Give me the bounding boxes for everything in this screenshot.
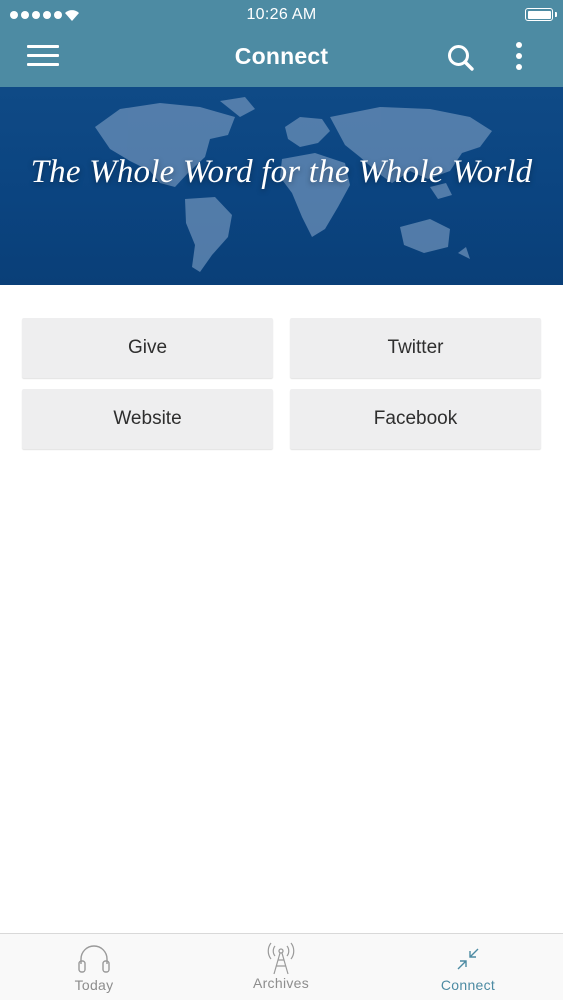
- tab-today[interactable]: Today: [24, 934, 164, 1000]
- tab-label: Connect: [440, 977, 496, 993]
- hero-banner: The Whole Word for the Whole World: [0, 87, 563, 285]
- status-bar: 10:26 AM: [0, 0, 563, 30]
- tab-archives[interactable]: Archives: [211, 934, 351, 1000]
- collapse-arrows-icon: [457, 948, 479, 970]
- twitter-button[interactable]: Twitter: [290, 318, 541, 378]
- give-button[interactable]: Give: [22, 318, 273, 378]
- facebook-button[interactable]: Facebook: [290, 389, 541, 449]
- radio-tower-icon: [267, 942, 295, 975]
- battery-icon: [525, 8, 557, 21]
- status-time: 10:26 AM: [246, 6, 317, 23]
- tab-bar: Today Archives Connect: [0, 933, 563, 1000]
- search-icon[interactable]: [446, 43, 476, 73]
- tab-label: Archives: [252, 975, 310, 991]
- banner-tagline: The Whole Word for the Whole World: [30, 154, 533, 190]
- more-vertical-icon[interactable]: [511, 42, 527, 74]
- page-title: Connect: [234, 43, 329, 69]
- connect-links: Give Twitter Website Facebook: [22, 318, 542, 449]
- website-button[interactable]: Website: [22, 389, 273, 449]
- top-bar: 10:26 AM Connect: [0, 0, 563, 87]
- tab-label: Today: [74, 977, 114, 993]
- headphones-icon: [78, 945, 110, 973]
- tab-connect[interactable]: Connect: [398, 934, 538, 1000]
